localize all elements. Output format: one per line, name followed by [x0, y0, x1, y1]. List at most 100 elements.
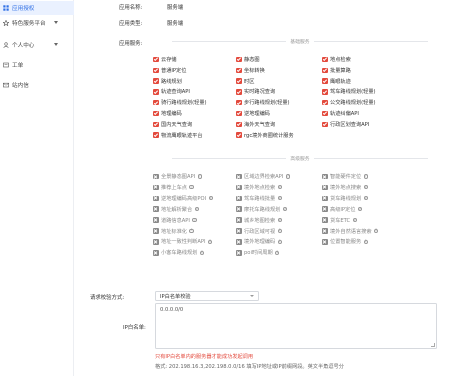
advanced-service-option[interactable]: 境外地点检索?	[236, 184, 282, 191]
checkbox-disabled-icon[interactable]	[153, 228, 159, 234]
advanced-service-option[interactable]: 区域边界检索API?	[236, 173, 291, 180]
sidebar-item-4[interactable]: 站内信	[0, 78, 74, 92]
checkbox-checked-icon[interactable]	[153, 67, 159, 74]
basic-service-option[interactable]: 驾车路线规划(轻量)	[322, 88, 376, 95]
basic-service-option[interactable]: 国内天气查询	[153, 121, 192, 128]
checkbox-disabled-icon[interactable]	[153, 250, 159, 256]
basic-service-option[interactable]: 普通IP定位	[153, 67, 186, 74]
basic-service-option[interactable]: 地理编码	[153, 110, 182, 117]
help-icon[interactable]: ?	[363, 185, 368, 190]
checkbox-checked-icon[interactable]	[236, 99, 242, 106]
basic-service-option[interactable]: 行政区划查询API	[322, 121, 369, 128]
help-icon[interactable]: ?	[352, 218, 357, 223]
checkbox-disabled-icon[interactable]	[322, 173, 328, 180]
checkbox-disabled-icon[interactable]	[236, 206, 242, 212]
checkbox-checked-icon[interactable]	[236, 78, 242, 84]
checkbox-disabled-icon[interactable]	[322, 195, 328, 202]
checkbox-disabled-icon[interactable]	[322, 228, 328, 234]
checkbox-checked-icon[interactable]	[153, 121, 159, 128]
advanced-service-option[interactable]: 位置智能服务?	[322, 238, 368, 245]
basic-service-option[interactable]: 轨迹纠偏API	[322, 110, 359, 117]
checkbox-checked-icon[interactable]	[153, 110, 159, 117]
help-icon[interactable]: ?	[189, 185, 194, 190]
checkbox-checked-icon[interactable]	[236, 56, 242, 63]
checkbox-checked-icon[interactable]	[236, 121, 242, 128]
checkbox-disabled-icon[interactable]	[236, 228, 242, 234]
help-icon[interactable]: ?	[277, 229, 282, 234]
advanced-service-option[interactable]: 地址一致性判断API?	[153, 238, 213, 245]
checkbox-disabled-icon[interactable]	[322, 239, 328, 245]
advanced-service-option[interactable]: 小客车路线规划?	[153, 249, 205, 256]
advanced-service-option[interactable]: 全景静态图API?	[153, 173, 202, 180]
help-icon[interactable]: ?	[363, 240, 368, 244]
checkbox-checked-icon[interactable]	[153, 78, 159, 84]
checkbox-disabled-icon[interactable]	[322, 206, 328, 212]
checkbox-checked-icon[interactable]	[322, 89, 328, 95]
basic-service-option[interactable]: 时区	[236, 78, 254, 85]
advanced-service-option[interactable]: 境外地理编码?	[236, 238, 282, 245]
help-icon[interactable]: ?	[285, 174, 291, 179]
basic-service-option[interactable]: 云存储	[153, 56, 177, 63]
basic-service-option[interactable]: 实时路况查询	[236, 88, 275, 95]
basic-service-option[interactable]: 路线规划	[153, 78, 182, 85]
advanced-service-option[interactable]: 高级IP定位?	[322, 206, 363, 213]
help-icon[interactable]: ?	[357, 207, 363, 212]
help-icon[interactable]: ?	[277, 218, 282, 223]
advanced-service-option[interactable]: 摩托车路线规划?	[236, 206, 288, 213]
sidebar-item-3[interactable]: 工单	[0, 58, 74, 72]
basic-service-option[interactable]: 逆地理编码	[236, 110, 270, 117]
resize-handle-icon[interactable]	[431, 343, 435, 347]
verify-method-select[interactable]: IP白名单校验	[155, 291, 259, 301]
help-icon[interactable]: ?	[192, 218, 197, 223]
help-icon[interactable]: ?	[374, 229, 379, 234]
basic-service-option[interactable]: 骑行路线规划(轻量)	[153, 99, 207, 106]
help-icon[interactable]: ?	[363, 174, 368, 179]
checkbox-disabled-icon[interactable]	[153, 239, 159, 245]
basic-service-option[interactable]: 地点检索	[322, 56, 351, 63]
checkbox-checked-icon[interactable]	[153, 56, 159, 63]
advanced-service-option[interactable]: 城乡地图检索?	[236, 217, 282, 224]
checkbox-disabled-icon[interactable]	[322, 184, 328, 191]
checkbox-checked-icon[interactable]	[236, 132, 242, 138]
checkbox-checked-icon[interactable]	[236, 89, 242, 95]
caret-down-icon[interactable]	[54, 43, 58, 46]
checkbox-disabled-icon[interactable]	[236, 173, 242, 180]
checkbox-disabled-icon[interactable]	[153, 184, 159, 191]
advanced-service-option[interactable]: 推荐上车点?	[153, 184, 194, 191]
advanced-service-option[interactable]: 道路信息API?	[153, 217, 197, 224]
basic-service-option[interactable]: 静态图	[236, 56, 260, 63]
basic-service-option[interactable]: 鹰眼轨迹	[322, 78, 351, 85]
help-icon[interactable]: ?	[277, 240, 282, 244]
advanced-service-option[interactable]: 境外自然语言搜索?	[322, 228, 379, 235]
checkbox-checked-icon[interactable]	[322, 56, 328, 63]
help-icon[interactable]: ?	[282, 207, 288, 212]
checkbox-checked-icon[interactable]	[153, 99, 159, 106]
help-icon[interactable]: ?	[189, 229, 194, 234]
checkbox-disabled-icon[interactable]	[236, 239, 242, 245]
basic-service-option[interactable]: 批量算路	[322, 67, 351, 74]
help-icon[interactable]: ?	[277, 196, 282, 201]
advanced-service-option[interactable]: 逆地理编码高级POI?	[153, 195, 213, 202]
whitelist-textarea[interactable]: 0.0.0.0/0	[155, 303, 437, 349]
advanced-service-option[interactable]: 货车路线规划?	[322, 195, 368, 202]
sidebar-item-2[interactable]: 个人中心	[0, 38, 74, 52]
help-icon[interactable]: ?	[277, 185, 282, 190]
checkbox-checked-icon[interactable]	[236, 110, 242, 117]
checkbox-disabled-icon[interactable]	[153, 217, 159, 223]
advanced-service-option[interactable]: 地址解析聚合?	[153, 206, 199, 213]
advanced-service-option[interactable]: 驾车路线批量?	[236, 195, 282, 202]
basic-service-option[interactable]: 海外天气查询	[236, 121, 275, 128]
checkbox-checked-icon[interactable]	[153, 132, 159, 138]
advanced-service-option[interactable]: 地址标准化?	[153, 228, 194, 235]
basic-service-option[interactable]: 公交路线规划(轻量)	[322, 99, 376, 106]
basic-service-option[interactable]: 步行路线规划(轻量)	[236, 99, 290, 106]
checkbox-checked-icon[interactable]	[322, 67, 328, 74]
checkbox-disabled-icon[interactable]	[236, 217, 242, 223]
checkbox-checked-icon[interactable]	[322, 110, 328, 117]
help-icon[interactable]: ?	[275, 251, 280, 255]
help-icon[interactable]: ?	[363, 196, 368, 201]
checkbox-checked-icon[interactable]	[236, 67, 242, 74]
checkbox-disabled-icon[interactable]	[236, 250, 242, 256]
help-icon[interactable]: ?	[208, 240, 213, 244]
checkbox-disabled-icon[interactable]	[153, 173, 159, 180]
